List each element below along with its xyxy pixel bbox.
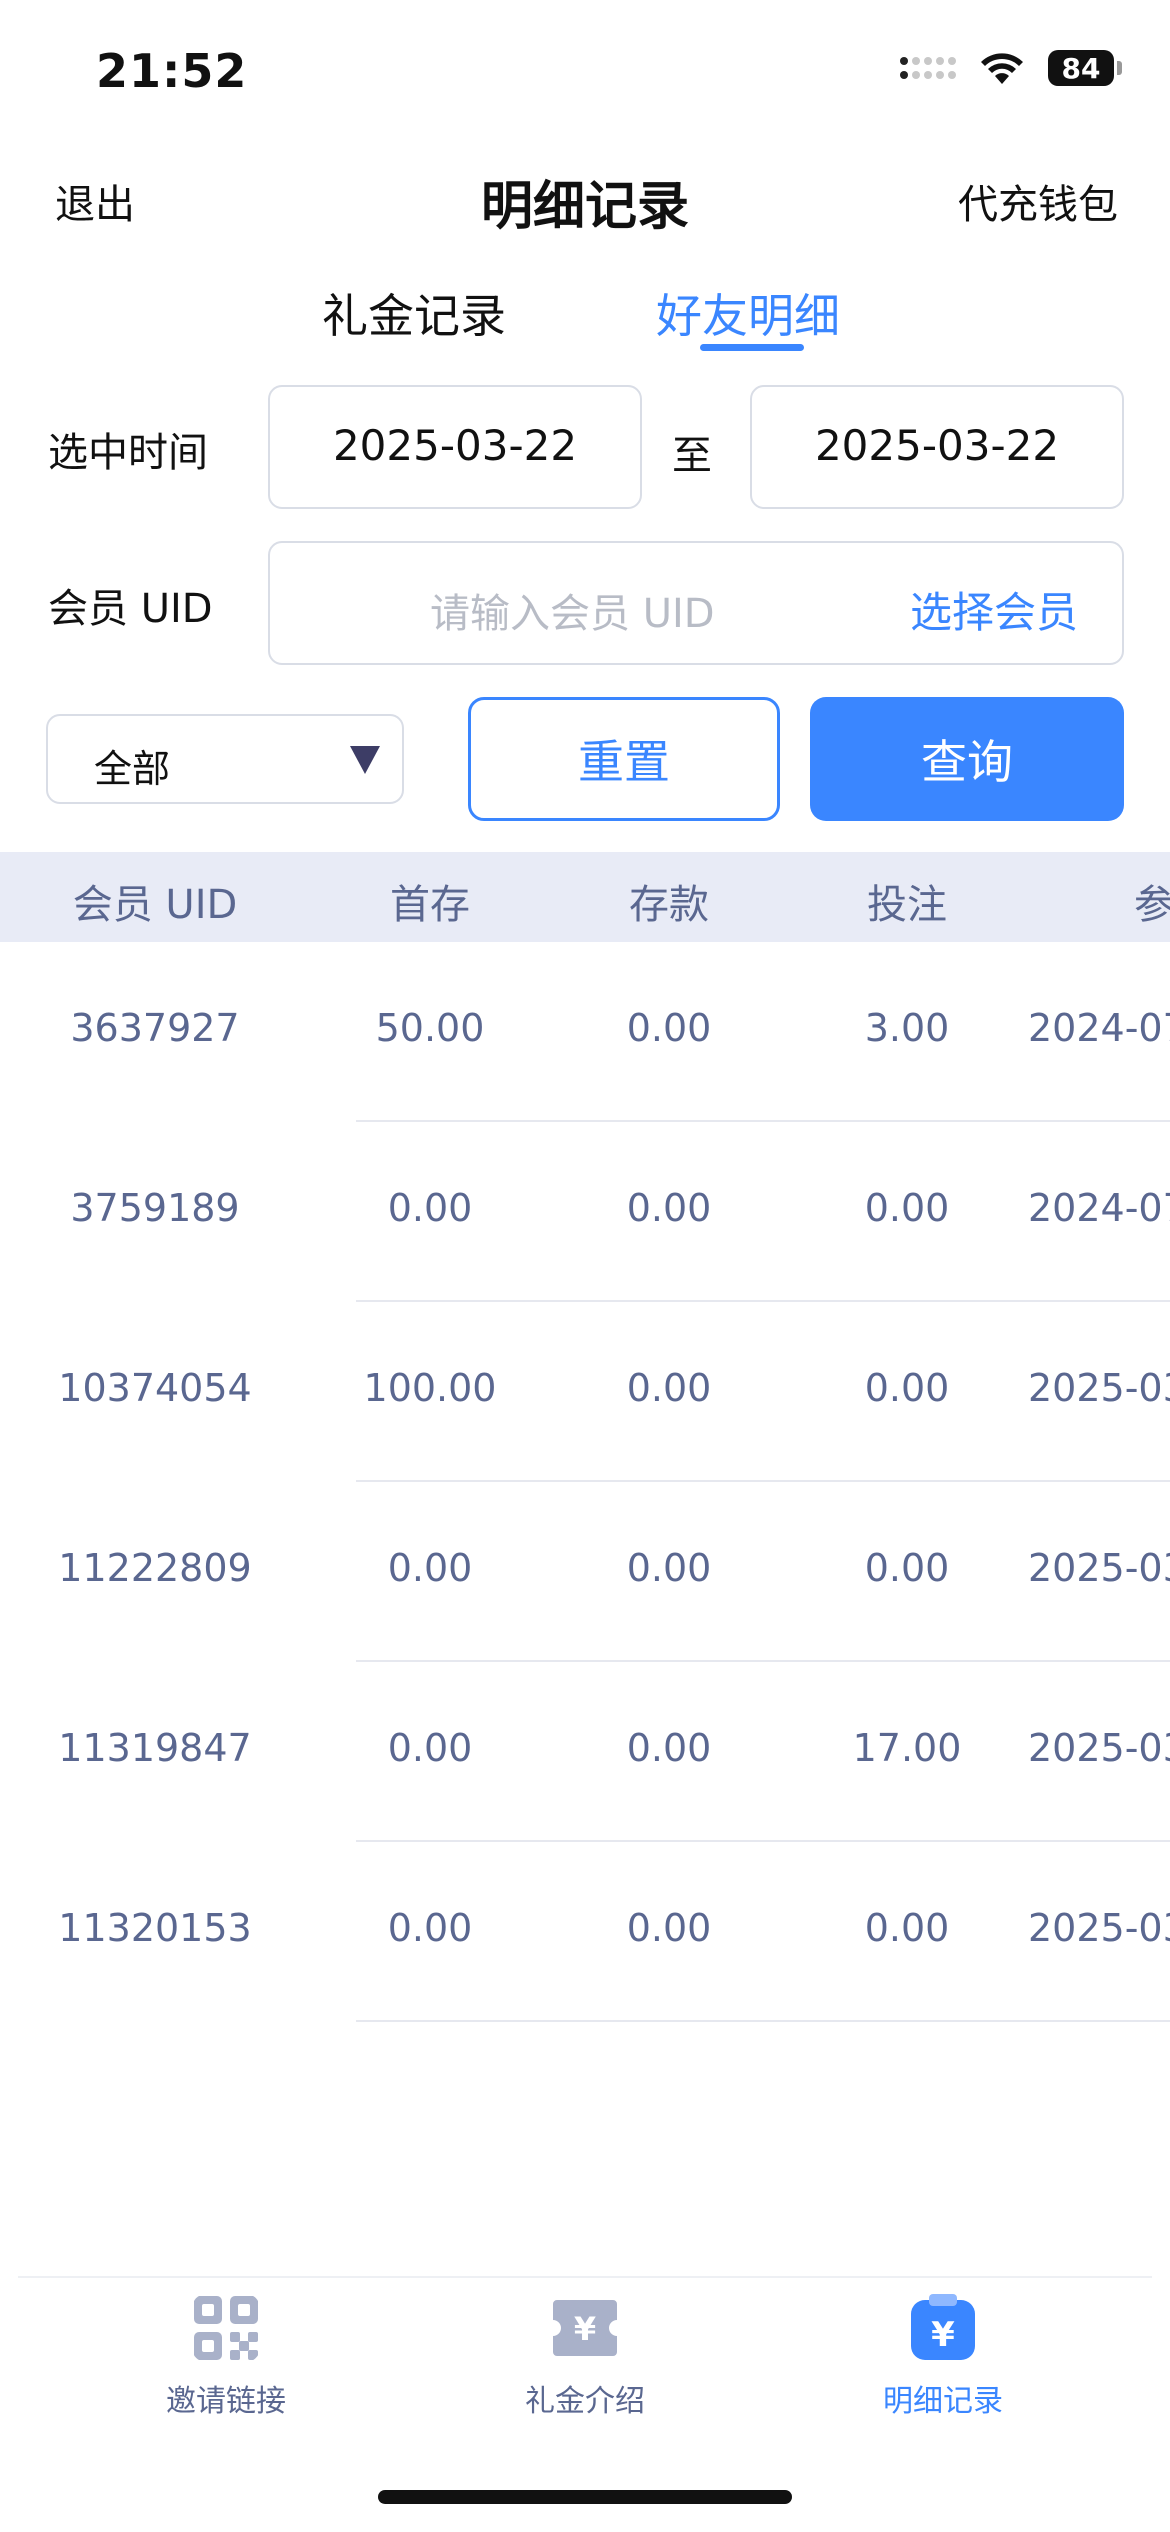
reset-button[interactable]: 重置 xyxy=(468,697,780,821)
cell-bet: 0.00 xyxy=(864,1366,950,1410)
col-member-uid: 会员 UID xyxy=(72,882,238,928)
cell-join-date: 2024-07 xyxy=(1028,1186,1170,1230)
status-icons: 84 xyxy=(900,50,1122,86)
table-row[interactable]: 11319847 0.00 0.00 17.00 2025-03 xyxy=(0,1662,1170,1842)
table-row[interactable]: 3637927 50.00 0.00 3.00 2024-07 xyxy=(0,942,1170,1122)
tabbar-invite-link[interactable]: 邀请链接 xyxy=(126,2294,326,2420)
col-join-date: 参 xyxy=(1134,882,1170,928)
record-tabs: 礼金记录 好友明细 xyxy=(0,270,1170,360)
cell-join-date: 2025-03 xyxy=(1028,1366,1170,1410)
cell-first-deposit: 0.00 xyxy=(387,1906,473,1950)
cell-first-deposit: 0.00 xyxy=(387,1186,473,1230)
svg-text:¥: ¥ xyxy=(574,2310,596,2348)
cell-first-deposit: 100.00 xyxy=(363,1366,497,1410)
dropdown-arrow-icon xyxy=(350,746,380,774)
tabbar-label: 明细记录 xyxy=(883,2384,1003,2419)
tab-friend-details[interactable]: 好友明细 xyxy=(656,280,840,346)
row-divider xyxy=(356,2020,1170,2022)
category-select[interactable]: 全部 xyxy=(46,714,404,804)
tabbar-detail-records[interactable]: ¥ 明细记录 xyxy=(843,2294,1043,2420)
uid-label: 会员 UID xyxy=(48,586,213,632)
table-row[interactable]: 3759189 0.00 0.00 0.00 2024-07 xyxy=(0,1122,1170,1302)
start-date-field[interactable]: 2025-03-22 xyxy=(268,385,642,509)
cell-uid: 10374054 xyxy=(58,1366,252,1410)
cell-uid: 11319847 xyxy=(58,1726,252,1770)
cell-deposit: 0.00 xyxy=(626,1366,712,1410)
tabbar-label: 邀请链接 xyxy=(166,2384,286,2419)
table-header: 会员 UID 首存 存款 投注 参 xyxy=(0,852,1170,942)
qr-code-icon xyxy=(194,2296,258,2360)
query-button[interactable]: 查询 xyxy=(810,697,1124,821)
col-deposit: 存款 xyxy=(629,882,709,928)
svg-text:¥: ¥ xyxy=(931,2315,955,2355)
select-member-button[interactable]: 选择会员 xyxy=(910,579,1078,640)
cell-join-date: 2025-03 xyxy=(1028,1726,1170,1770)
col-bet: 投注 xyxy=(867,882,947,928)
table-row[interactable]: 10374054 100.00 0.00 0.00 2025-03 xyxy=(0,1302,1170,1482)
active-tab-indicator xyxy=(700,344,804,351)
status-bar: 21:52 84 xyxy=(0,0,1170,150)
cell-join-date: 2024-07 xyxy=(1028,1006,1170,1050)
cell-first-deposit: 0.00 xyxy=(387,1726,473,1770)
cell-deposit: 0.00 xyxy=(626,1186,712,1230)
battery-level: 84 xyxy=(1061,51,1101,85)
end-date-field[interactable]: 2025-03-22 xyxy=(750,385,1124,509)
col-first-deposit: 首存 xyxy=(390,882,470,928)
cell-deposit: 0.00 xyxy=(626,1006,712,1050)
home-indicator[interactable] xyxy=(378,2490,792,2504)
to-label: 至 xyxy=(672,433,712,479)
status-time: 21:52 xyxy=(96,44,248,98)
cell-first-deposit: 0.00 xyxy=(387,1546,473,1590)
time-label: 选中时间 xyxy=(48,430,208,476)
yen-clipboard-icon: ¥ xyxy=(911,2294,975,2360)
cell-uid: 11222809 xyxy=(58,1546,252,1590)
cell-bet: 0.00 xyxy=(864,1186,950,1230)
cell-bet: 3.00 xyxy=(864,1006,950,1050)
cell-uid: 3637927 xyxy=(70,1006,240,1050)
cell-uid: 3759189 xyxy=(70,1186,240,1230)
proxy-wallet-button[interactable]: 代充钱包 xyxy=(958,172,1118,230)
nav-header: 退出 明细记录 代充钱包 xyxy=(0,160,1170,240)
cell-join-date: 2025-03 xyxy=(1028,1906,1170,1950)
cell-deposit: 0.00 xyxy=(626,1546,712,1590)
cell-bet: 0.00 xyxy=(864,1546,950,1590)
table-row[interactable]: 11320153 0.00 0.00 0.00 2025-03 xyxy=(0,1842,1170,2022)
tab-bar-divider xyxy=(18,2276,1152,2278)
wifi-icon xyxy=(981,53,1023,84)
tabbar-label: 礼金介绍 xyxy=(525,2384,645,2419)
tabbar-gift-intro[interactable]: ¥ 礼金介绍 xyxy=(485,2294,685,2420)
yen-ticket-icon: ¥ xyxy=(553,2300,617,2356)
start-date-value: 2025-03-22 xyxy=(332,421,578,470)
battery-icon: 84 xyxy=(1048,50,1122,86)
cell-deposit: 0.00 xyxy=(626,1726,712,1770)
cell-join-date: 2025-03 xyxy=(1028,1546,1170,1590)
cellular-signal-icon xyxy=(900,57,956,79)
category-select-value: 全部 xyxy=(94,747,171,791)
table-row[interactable]: 11222809 0.00 0.00 0.00 2025-03 xyxy=(0,1482,1170,1662)
uid-placeholder: 请输入会员 UID xyxy=(430,591,715,637)
end-date-value: 2025-03-22 xyxy=(814,421,1060,470)
tab-gift-records[interactable]: 礼金记录 xyxy=(322,280,506,346)
cell-bet: 17.00 xyxy=(852,1726,962,1770)
cell-uid: 11320153 xyxy=(58,1906,252,1950)
cell-bet: 0.00 xyxy=(864,1906,950,1950)
cell-first-deposit: 50.00 xyxy=(375,1006,485,1050)
cell-deposit: 0.00 xyxy=(626,1906,712,1950)
uid-input[interactable]: 请输入会员 UID 选择会员 xyxy=(268,541,1124,665)
